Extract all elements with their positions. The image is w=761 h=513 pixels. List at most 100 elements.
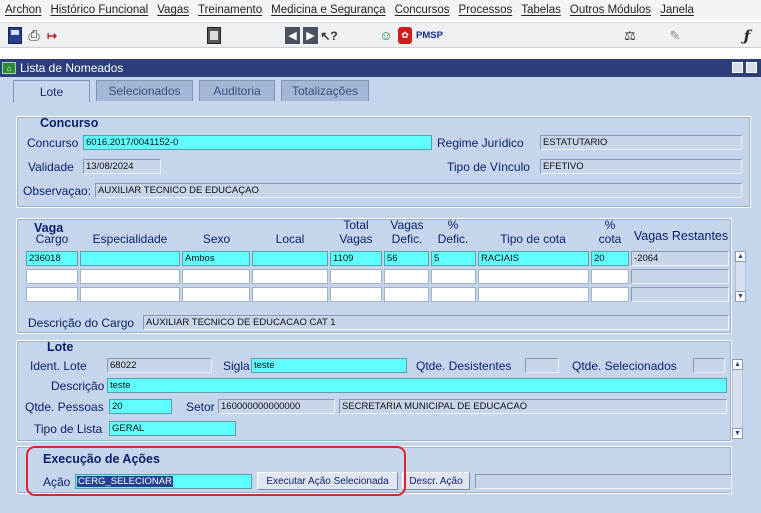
menu-processos[interactable]: Processos bbox=[459, 4, 513, 16]
vaga-cell-empty[interactable] bbox=[384, 269, 429, 284]
selecionados-field[interactable] bbox=[693, 358, 725, 373]
users-icon[interactable]: ☺ bbox=[378, 27, 394, 44]
menu-outros-modulos[interactable]: Outros Módulos bbox=[570, 4, 651, 16]
menu-treinamento[interactable]: Treinamento bbox=[198, 4, 262, 16]
col-header-pct-cota-1: % bbox=[604, 218, 616, 232]
vaga-cell-tipo-cota[interactable]: RACIAIS bbox=[478, 251, 589, 266]
function-icon[interactable]: ƒ bbox=[738, 27, 756, 45]
col-header-total-vagas-1: Total bbox=[343, 218, 369, 232]
concurso-field[interactable]: 6016.2017/0041152-0 bbox=[83, 135, 432, 150]
descricao-cargo-field[interactable]: AUXILIAR TECNICO DE EDUCACAO CAT 1 bbox=[143, 315, 729, 330]
col-header-tipo-cota: Tipo de cota bbox=[500, 232, 566, 246]
tab-totalizacoes[interactable]: Totalizações bbox=[281, 80, 369, 101]
menu-archon[interactable]: Archon bbox=[5, 4, 41, 16]
vaga-cell-restantes[interactable]: -2064 bbox=[631, 251, 729, 266]
menu-concursos[interactable]: Concursos bbox=[395, 4, 450, 16]
vaga-cell-empty[interactable] bbox=[80, 269, 180, 284]
scroll-down-icon[interactable]: ▼ bbox=[735, 291, 746, 302]
col-header-pct-defic-2: Defic. bbox=[437, 232, 469, 246]
observacao-field[interactable]: AUXILIAR TECNICO DE EDUCAÇAO bbox=[95, 183, 742, 198]
vinculo-field[interactable]: EFETIVO bbox=[540, 159, 742, 174]
vaga-cell-empty[interactable] bbox=[330, 269, 382, 284]
vaga-cell-pct-cota[interactable]: 20 bbox=[591, 251, 629, 266]
sigla-field[interactable]: teste bbox=[251, 358, 407, 373]
vaga-cell-empty[interactable] bbox=[631, 287, 729, 302]
vaga-cell-empty[interactable] bbox=[330, 287, 382, 302]
descricao-cargo-label: Descrição do Cargo bbox=[28, 316, 135, 330]
vinculo-label: Tipo de Vínculo bbox=[447, 160, 530, 174]
vaga-cell-empty[interactable] bbox=[431, 269, 476, 284]
arrow-right-icon[interactable]: ▶ bbox=[303, 27, 318, 44]
tab-selecionados[interactable]: Selecionados bbox=[96, 80, 193, 101]
help-cursor-icon[interactable]: ↖? bbox=[320, 27, 337, 44]
col-header-especialidade: Especialidade bbox=[92, 232, 168, 246]
desistentes-field[interactable] bbox=[525, 358, 559, 373]
highlight-annotation bbox=[26, 446, 406, 496]
observacao-label: Observaçao: bbox=[23, 184, 92, 198]
menu-vagas[interactable]: Vagas bbox=[157, 4, 189, 16]
printer-icon[interactable]: ⎙ bbox=[27, 27, 41, 44]
lote-scrollbar[interactable] bbox=[732, 359, 743, 439]
col-header-local: Local bbox=[275, 232, 305, 246]
regime-field[interactable]: ESTATUTARIO bbox=[540, 135, 742, 150]
col-header-pct-cota-2: cota bbox=[598, 232, 622, 246]
vaga-cell-empty[interactable] bbox=[80, 287, 180, 302]
vaga-cell-empty[interactable] bbox=[182, 269, 250, 284]
vaga-cell-cargo[interactable]: 236018 bbox=[26, 251, 78, 266]
setor-field[interactable]: 160000000000000 bbox=[218, 399, 335, 414]
lote-section-title: Lote bbox=[47, 340, 74, 354]
tool-icon[interactable]: ✎ bbox=[667, 27, 683, 44]
tab-lote[interactable]: Lote bbox=[13, 80, 90, 102]
minimize-icon[interactable] bbox=[732, 62, 743, 73]
window-app-icon: ⌂ bbox=[2, 62, 16, 74]
validade-field[interactable]: 13/08/2024 bbox=[83, 159, 161, 174]
col-header-cargo: Cargo bbox=[35, 232, 69, 246]
vaga-cell-sexo[interactable]: Ambos bbox=[182, 251, 250, 266]
desistentes-label: Qtde. Desistentes bbox=[416, 359, 512, 373]
arrow-left-icon[interactable]: ◀ bbox=[285, 27, 300, 44]
pmsp-icon[interactable]: ✿ bbox=[398, 27, 412, 44]
qtde-pessoas-field[interactable]: 20 bbox=[109, 399, 172, 414]
pmsp-label[interactable]: PMSP bbox=[416, 27, 446, 44]
scroll-up-icon[interactable]: ▲ bbox=[732, 359, 743, 370]
tipo-lista-field[interactable]: GERAL bbox=[109, 421, 236, 436]
scroll-up-icon[interactable]: ▲ bbox=[735, 251, 746, 262]
descricao-lote-field[interactable]: teste bbox=[107, 378, 727, 393]
col-header-total-vagas-2: Vagas bbox=[339, 232, 373, 246]
menu-historico-funcional[interactable]: Histórico Funcional bbox=[50, 4, 148, 16]
save-icon[interactable] bbox=[8, 27, 22, 44]
vaga-cell-empty[interactable] bbox=[252, 287, 328, 302]
scale-icon[interactable]: ⚖ bbox=[622, 27, 638, 44]
vaga-cell-empty[interactable] bbox=[478, 269, 589, 284]
exit-icon[interactable]: ↦ bbox=[45, 27, 59, 44]
vaga-cell-empty[interactable] bbox=[431, 287, 476, 302]
ident-lote-field[interactable]: 68022 bbox=[107, 358, 212, 373]
scroll-down-icon[interactable]: ▼ bbox=[732, 428, 743, 439]
col-header-pct-defic-1: % bbox=[447, 218, 459, 232]
vaga-cell-empty[interactable] bbox=[384, 287, 429, 302]
tab-auditoria[interactable]: Auditoria bbox=[199, 80, 275, 101]
selecionados-label: Qtde. Selecionados bbox=[572, 359, 677, 373]
vaga-cell-defic[interactable]: 56 bbox=[384, 251, 429, 266]
vaga-cell-empty[interactable] bbox=[26, 269, 78, 284]
maximize-icon[interactable] bbox=[746, 62, 757, 73]
vaga-cell-local[interactable] bbox=[252, 251, 328, 266]
validade-label: Validade bbox=[28, 160, 74, 174]
vaga-cell-empty[interactable] bbox=[252, 269, 328, 284]
descr-acao-field bbox=[475, 474, 732, 489]
vaga-cell-empty[interactable] bbox=[478, 287, 589, 302]
descr-acao-button[interactable]: Descr. Ação bbox=[402, 472, 470, 490]
vaga-cell-empty[interactable] bbox=[591, 287, 629, 302]
vaga-cell-empty[interactable] bbox=[591, 269, 629, 284]
col-header-sexo: Sexo bbox=[202, 232, 231, 246]
vaga-cell-empty[interactable] bbox=[26, 287, 78, 302]
vaga-cell-total[interactable]: 1109 bbox=[330, 251, 382, 266]
vaga-cell-especialidade[interactable] bbox=[80, 251, 180, 266]
menu-tabelas[interactable]: Tabelas bbox=[521, 4, 561, 16]
vaga-cell-empty[interactable] bbox=[182, 287, 250, 302]
menu-janela[interactable]: Janela bbox=[660, 4, 694, 16]
menu-medicina-seguranca[interactable]: Medicina e Segurança bbox=[271, 4, 385, 16]
calculator-icon[interactable] bbox=[207, 27, 221, 44]
vaga-cell-pct-defic[interactable]: 5 bbox=[431, 251, 476, 266]
vaga-cell-empty[interactable] bbox=[631, 269, 729, 284]
